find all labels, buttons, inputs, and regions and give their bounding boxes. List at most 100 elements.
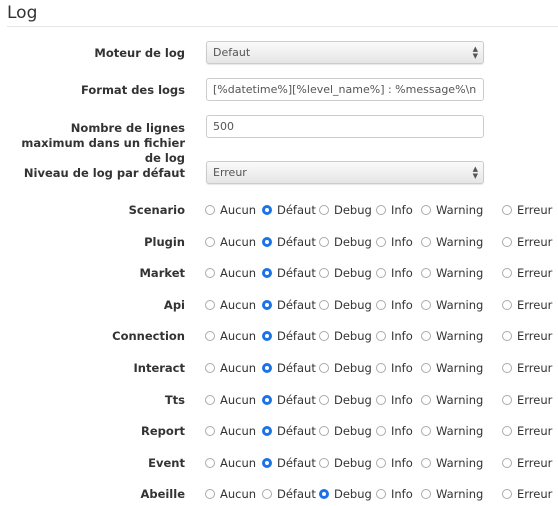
radio-button[interactable] [376, 457, 386, 468]
radio-button[interactable] [376, 426, 386, 437]
log-level-radio-option[interactable]: Info [376, 487, 413, 501]
log-level-radio-option[interactable]: Erreur [502, 298, 552, 312]
log-level-radio-option[interactable]: Debug [319, 235, 372, 249]
log-level-radio-option[interactable]: Warning [421, 487, 483, 501]
format-input[interactable]: [%datetime%][%level_name%] : %message%\n [206, 78, 484, 101]
log-level-radio-option[interactable]: Debug [319, 266, 372, 280]
log-level-radio-option[interactable]: Erreur [502, 361, 552, 375]
radio-button[interactable] [262, 426, 272, 437]
radio-button[interactable] [262, 236, 272, 247]
radio-button[interactable] [376, 331, 386, 342]
radio-button[interactable] [319, 457, 329, 468]
log-level-radio-option[interactable]: Aucun [205, 393, 256, 407]
log-level-radio-option[interactable]: Erreur [502, 456, 552, 470]
log-level-radio-option[interactable]: Debug [319, 203, 372, 217]
log-level-radio-option[interactable]: Info [376, 235, 413, 249]
radio-button[interactable] [502, 363, 512, 373]
radio-button[interactable] [376, 299, 386, 310]
radio-button[interactable] [421, 205, 431, 215]
log-level-radio-option[interactable]: Défaut [262, 456, 316, 470]
log-level-radio-option[interactable]: Défaut [262, 361, 316, 375]
radio-button[interactable] [262, 205, 272, 215]
log-level-radio-option[interactable]: Défaut [262, 329, 316, 343]
radio-button[interactable] [205, 331, 215, 342]
radio-button[interactable] [262, 331, 272, 342]
default-level-select[interactable]: Erreur ▲ ▼ [206, 161, 484, 184]
log-level-radio-option[interactable]: Aucun [205, 329, 256, 343]
log-level-radio-option[interactable]: Défaut [262, 424, 316, 438]
log-level-radio-option[interactable]: Défaut [262, 203, 316, 217]
log-level-radio-option[interactable]: Warning [421, 361, 483, 375]
radio-button[interactable] [319, 394, 329, 405]
log-level-radio-option[interactable]: Debug [319, 361, 372, 375]
log-level-radio-option[interactable]: Erreur [502, 487, 552, 501]
log-level-radio-option[interactable]: Warning [421, 456, 483, 470]
log-level-radio-option[interactable]: Défaut [262, 235, 316, 249]
radio-button[interactable] [376, 489, 386, 500]
radio-button[interactable] [205, 489, 215, 500]
radio-button[interactable] [319, 489, 329, 500]
log-level-radio-option[interactable]: Erreur [502, 203, 552, 217]
log-level-radio-option[interactable]: Info [376, 456, 413, 470]
log-level-radio-option[interactable]: Debug [319, 393, 372, 407]
log-level-radio-option[interactable]: Warning [421, 203, 483, 217]
log-level-radio-option[interactable]: Aucun [205, 487, 256, 501]
radio-button[interactable] [421, 457, 431, 468]
log-level-radio-option[interactable]: Info [376, 329, 413, 343]
radio-button[interactable] [376, 394, 386, 405]
log-level-radio-option[interactable]: Défaut [262, 298, 316, 312]
radio-button[interactable] [319, 205, 329, 215]
radio-button[interactable] [205, 236, 215, 247]
radio-button[interactable] [319, 236, 329, 247]
radio-button[interactable] [502, 426, 512, 437]
radio-button[interactable] [376, 363, 386, 373]
radio-button[interactable] [421, 331, 431, 342]
log-level-radio-option[interactable]: Warning [421, 393, 483, 407]
radio-button[interactable] [376, 268, 386, 279]
radio-button[interactable] [502, 205, 512, 215]
radio-button[interactable] [319, 331, 329, 342]
radio-button[interactable] [262, 457, 272, 468]
radio-button[interactable] [205, 426, 215, 437]
log-level-radio-option[interactable]: Warning [421, 424, 483, 438]
radio-button[interactable] [205, 268, 215, 279]
radio-button[interactable] [421, 394, 431, 405]
log-level-radio-option[interactable]: Défaut [262, 487, 316, 501]
log-level-radio-option[interactable]: Debug [319, 487, 372, 501]
radio-button[interactable] [421, 489, 431, 500]
radio-button[interactable] [205, 299, 215, 310]
radio-button[interactable] [319, 426, 329, 437]
log-level-radio-option[interactable]: Info [376, 203, 413, 217]
radio-button[interactable] [502, 457, 512, 468]
log-level-radio-option[interactable]: Défaut [262, 266, 316, 280]
radio-button[interactable] [502, 489, 512, 500]
log-level-radio-option[interactable]: Aucun [205, 298, 256, 312]
log-level-radio-option[interactable]: Warning [421, 329, 483, 343]
log-level-radio-option[interactable]: Warning [421, 298, 483, 312]
radio-button[interactable] [502, 299, 512, 310]
log-level-radio-option[interactable]: Erreur [502, 393, 552, 407]
radio-button[interactable] [502, 331, 512, 342]
log-level-radio-option[interactable]: Warning [421, 266, 483, 280]
radio-button[interactable] [421, 299, 431, 310]
radio-button[interactable] [376, 205, 386, 215]
log-level-radio-option[interactable]: Aucun [205, 361, 256, 375]
log-level-radio-option[interactable]: Debug [319, 456, 372, 470]
log-level-radio-option[interactable]: Debug [319, 329, 372, 343]
log-level-radio-option[interactable]: Debug [319, 424, 372, 438]
radio-button[interactable] [376, 236, 386, 247]
log-level-radio-option[interactable]: Aucun [205, 424, 256, 438]
log-level-radio-option[interactable]: Info [376, 424, 413, 438]
log-level-radio-option[interactable]: Aucun [205, 203, 256, 217]
log-level-radio-option[interactable]: Aucun [205, 456, 256, 470]
radio-button[interactable] [262, 394, 272, 405]
radio-button[interactable] [205, 363, 215, 373]
radio-button[interactable] [262, 299, 272, 310]
log-level-radio-option[interactable]: Info [376, 298, 413, 312]
radio-button[interactable] [421, 426, 431, 437]
radio-button[interactable] [502, 394, 512, 405]
max-lines-input[interactable]: 500 [206, 115, 484, 138]
engine-select[interactable]: Defaut ▲ ▼ [206, 41, 484, 64]
radio-button[interactable] [319, 299, 329, 310]
radio-button[interactable] [319, 268, 329, 279]
